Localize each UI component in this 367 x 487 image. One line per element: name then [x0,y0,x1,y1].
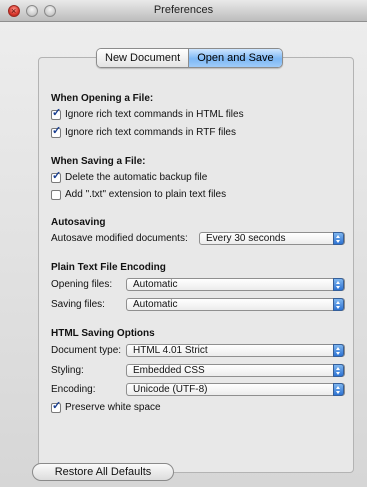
checkbox[interactable] [51,189,61,200]
html-options-heading: HTML Saving Options [51,328,155,339]
saving-heading: When Saving a File: [51,156,146,167]
ignore-rtf-checkbox[interactable]: ✓ Ignore rich text commands in RTF files [51,124,236,138]
document-type-value: HTML 4.01 Strict [133,345,208,356]
opening-heading: When Opening a File: [51,93,154,104]
opening-encoding-popup[interactable]: Automatic [126,278,345,291]
html-encoding-value: Unicode (UTF-8) [133,384,208,395]
saving-encoding-value: Automatic [133,299,178,310]
html-encoding-label: Encoding: [51,384,96,395]
checkmark-icon: ✓ [52,399,62,412]
ignore-html-label: Ignore rich text commands in HTML files [65,109,244,120]
checkbox[interactable]: ✓ [51,169,62,183]
styling-value: Embedded CSS [133,365,205,376]
popup-arrows-icon [333,298,344,311]
tab-bar: New Document Open and Save [96,48,283,68]
autosaving-heading: Autosaving [51,217,106,228]
popup-arrows-icon [333,364,344,377]
popup-arrows-icon [333,344,344,357]
title-bar[interactable]: × Preferences [0,0,367,22]
window-body: When Opening a File: ✓ Ignore rich text … [0,22,367,487]
popup-arrows-icon [333,232,344,245]
opening-encoding-value: Automatic [133,279,178,290]
document-type-popup[interactable]: HTML 4.01 Strict [126,344,345,357]
autosave-label: Autosave modified documents: [51,233,188,244]
encoding-heading: Plain Text File Encoding [51,262,166,273]
window-title: Preferences [153,4,214,16]
styling-label: Styling: [51,365,84,376]
saving-encoding-popup[interactable]: Automatic [126,298,345,311]
document-type-label: Document type: [51,345,122,356]
html-encoding-popup[interactable]: Unicode (UTF-8) [126,383,345,396]
restore-defaults-button[interactable]: Restore All Defaults [32,463,174,481]
delete-backup-checkbox[interactable]: ✓ Delete the automatic backup file [51,169,208,183]
ignore-rtf-label: Ignore rich text commands in RTF files [65,127,236,138]
popup-arrows-icon [333,278,344,291]
checkbox[interactable]: ✓ [51,106,62,120]
autosave-popup[interactable]: Every 30 seconds [199,232,345,245]
add-txt-checkbox[interactable]: Add ".txt" extension to plain text files [51,189,226,200]
opening-files-label: Opening files: [51,279,113,290]
preserve-whitespace-label: Preserve white space [65,402,161,413]
saving-files-label: Saving files: [51,299,105,310]
settings-panel: When Opening a File: ✓ Ignore rich text … [38,57,354,473]
checkbox[interactable]: ✓ [51,124,62,138]
autosave-value: Every 30 seconds [206,233,286,244]
tab-new-document[interactable]: New Document [97,49,189,67]
preserve-whitespace-checkbox[interactable]: ✓ Preserve white space [51,399,161,413]
checkmark-icon: ✓ [52,124,62,137]
ignore-html-checkbox[interactable]: ✓ Ignore rich text commands in HTML file… [51,106,244,120]
checkmark-icon: ✓ [52,106,62,119]
delete-backup-label: Delete the automatic backup file [65,172,208,183]
styling-popup[interactable]: Embedded CSS [126,364,345,377]
preferences-window: × Preferences When Opening a File: ✓ Ign… [0,0,367,487]
add-txt-label: Add ".txt" extension to plain text files [65,189,227,200]
checkmark-icon: ✓ [52,169,62,182]
checkbox[interactable]: ✓ [51,399,62,413]
tab-open-and-save[interactable]: Open and Save [188,49,282,67]
popup-arrows-icon [333,383,344,396]
